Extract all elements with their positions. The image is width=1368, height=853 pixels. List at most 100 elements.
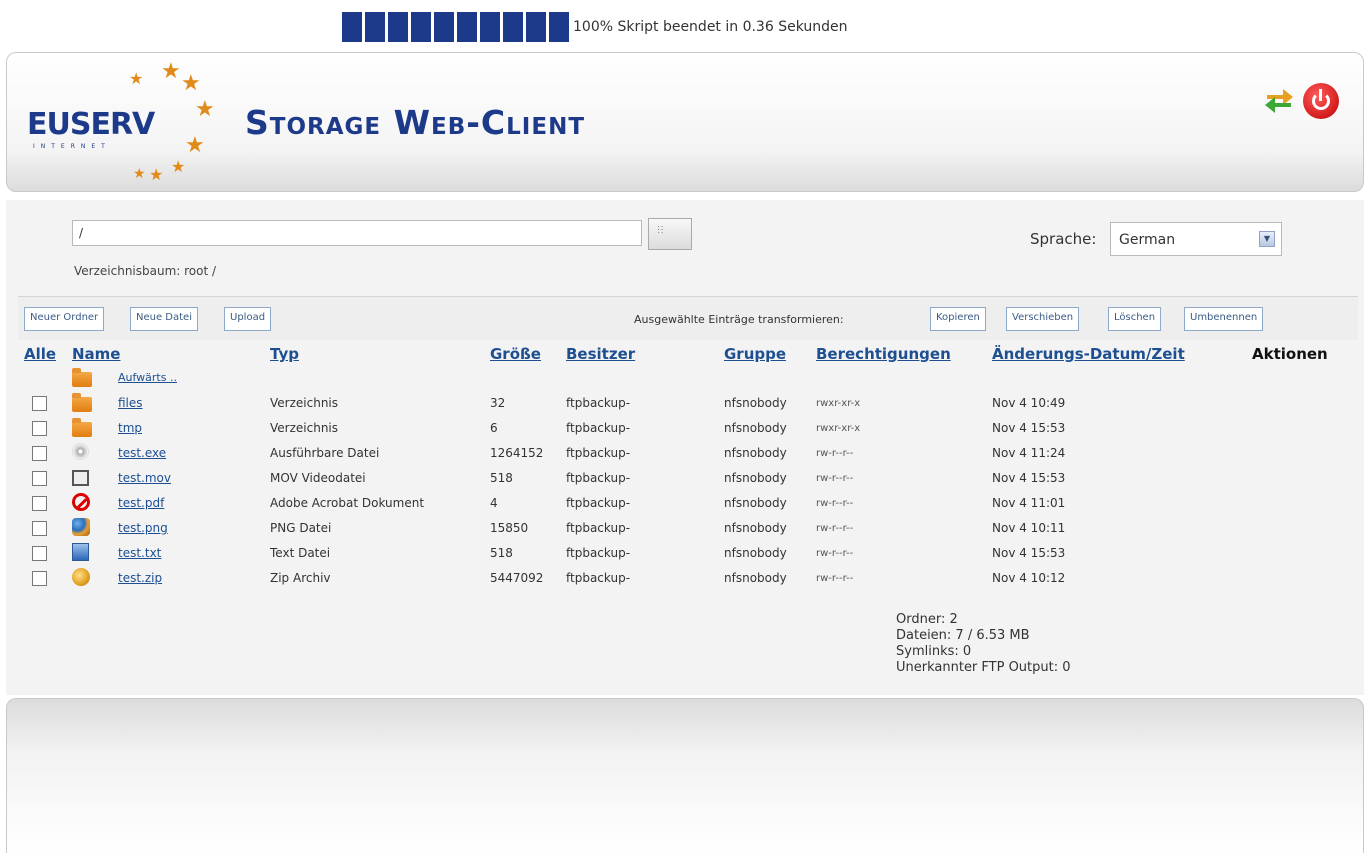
chevron-down-icon: ▼ bbox=[1259, 231, 1275, 247]
row-checkbox[interactable] bbox=[32, 496, 47, 511]
file-owner: ftpbackup- bbox=[566, 471, 631, 485]
rename-button[interactable]: Umbenennen bbox=[1184, 307, 1264, 331]
file-permissions: rw-r--r-- bbox=[816, 523, 854, 534]
progress-block bbox=[388, 12, 408, 42]
file-type: Text Datei bbox=[270, 546, 331, 560]
file-date: Nov 4 11:01 bbox=[992, 496, 1066, 510]
row-checkbox[interactable] bbox=[32, 396, 47, 411]
progress-block bbox=[526, 12, 546, 42]
file-group: nfsnobody bbox=[724, 546, 787, 560]
column-all[interactable]: Alle bbox=[24, 345, 56, 363]
file-owner: ftpbackup- bbox=[566, 421, 631, 435]
path-input[interactable] bbox=[72, 220, 642, 246]
file-owner: ftpbackup- bbox=[566, 521, 631, 535]
file-name-link[interactable]: test.mov bbox=[118, 471, 171, 485]
table-row: test.txt Text Datei 518 ftpbackup-nfsnobody… bbox=[18, 541, 1358, 566]
file-size: 518 bbox=[490, 546, 513, 560]
pdf-icon bbox=[72, 493, 90, 511]
row-checkbox[interactable] bbox=[32, 471, 47, 486]
table-row-up: Aufwärts .. bbox=[18, 366, 1358, 391]
copy-button[interactable]: Kopieren bbox=[930, 307, 986, 331]
progress-block bbox=[457, 12, 477, 42]
file-permissions: rwxr-xr-x bbox=[816, 423, 861, 434]
file-name-link[interactable]: files bbox=[118, 396, 143, 410]
file-group: nfsnobody bbox=[724, 421, 787, 435]
file-name-link[interactable]: test.png bbox=[118, 521, 168, 535]
directory-tree-breadcrumb: Verzeichnisbaum: root / bbox=[74, 264, 217, 278]
table-header: Alle Name Typ Größe Besitzer Gruppe Bere… bbox=[18, 340, 1358, 366]
column-type[interactable]: Typ bbox=[270, 345, 299, 363]
txt-icon bbox=[72, 543, 89, 561]
file-group: nfsnobody bbox=[724, 446, 787, 460]
table-row: test.mov MOV Videodatei 518 ftpbackup-nfsno… bbox=[18, 466, 1358, 491]
table-row: test.zip Zip Archiv 5447092 ftpbackup-nfsno… bbox=[18, 566, 1358, 591]
move-button[interactable]: Verschieben bbox=[1006, 307, 1080, 331]
file-type: Verzeichnis bbox=[270, 396, 339, 410]
column-date[interactable]: Änderungs-Datum/Zeit bbox=[992, 345, 1185, 363]
row-checkbox[interactable] bbox=[32, 421, 47, 436]
column-actions: Aktionen bbox=[1252, 345, 1328, 363]
app-header: ★ ★ ★ ★ ★ ★ ★ ★ EUSERV INTERNET Storage … bbox=[6, 52, 1364, 192]
row-checkbox[interactable] bbox=[32, 571, 47, 586]
file-permissions: rw-r--r-- bbox=[816, 548, 854, 559]
file-size: 1264152 bbox=[490, 446, 544, 460]
table-row: files Verzeichnis 32 ftpbackup-nfsnobody rwx… bbox=[18, 391, 1358, 416]
file-type: Zip Archiv bbox=[270, 571, 331, 585]
delete-button[interactable]: Löschen bbox=[1108, 307, 1162, 331]
progress-block bbox=[480, 12, 500, 42]
file-group: nfsnobody bbox=[724, 471, 787, 485]
column-size[interactable]: Größe bbox=[490, 345, 541, 363]
row-checkbox[interactable] bbox=[32, 546, 47, 561]
file-date: Nov 4 10:11 bbox=[992, 521, 1066, 535]
language-select[interactable]: German ▼ bbox=[1110, 222, 1282, 256]
new-folder-button[interactable]: Neuer Ordner bbox=[24, 307, 105, 331]
row-checkbox[interactable] bbox=[32, 446, 47, 461]
table-row: test.pdf Adobe Acrobat Dokument 4 ftpbackup… bbox=[18, 491, 1358, 516]
row-checkbox[interactable] bbox=[32, 521, 47, 536]
film-icon bbox=[72, 470, 89, 486]
file-owner: ftpbackup- bbox=[566, 571, 631, 585]
column-name[interactable]: Name bbox=[72, 345, 120, 363]
file-name-link[interactable]: test.txt bbox=[118, 546, 161, 560]
folder-icon bbox=[72, 418, 92, 437]
directory-summary: Ordner: 2 Dateien: 7 / 6.53 MB Symlinks:… bbox=[896, 612, 1071, 676]
file-name-link[interactable]: tmp bbox=[118, 421, 142, 435]
file-group: nfsnobody bbox=[724, 521, 787, 535]
file-type: Ausführbare Datei bbox=[270, 446, 380, 460]
progress-block bbox=[549, 12, 569, 42]
power-icon[interactable] bbox=[1303, 83, 1339, 119]
file-name-link[interactable]: test.zip bbox=[118, 571, 162, 585]
file-browser-panel: Verzeichnisbaum: root / Sprache: German … bbox=[6, 200, 1364, 695]
file-group: nfsnobody bbox=[724, 571, 787, 585]
file-permissions: rw-r--r-- bbox=[816, 498, 854, 509]
file-name-link[interactable]: test.exe bbox=[118, 446, 166, 460]
file-permissions: rw-r--r-- bbox=[816, 448, 854, 459]
file-type: Adobe Acrobat Dokument bbox=[270, 496, 425, 510]
file-type: Verzeichnis bbox=[270, 421, 339, 435]
file-table: Alle Name Typ Größe Besitzer Gruppe Bere… bbox=[18, 340, 1358, 591]
summary-unknown: Unerkannter FTP Output: 0 bbox=[896, 660, 1071, 675]
path-go-button[interactable] bbox=[648, 218, 692, 250]
file-name-link[interactable]: test.pdf bbox=[118, 496, 164, 510]
file-permissions: rw-r--r-- bbox=[816, 473, 854, 484]
table-row: tmp Verzeichnis 6 ftpbackup-nfsnobody rwxr-x… bbox=[18, 416, 1358, 441]
progress-indicator: 100% Skript beendet in 0.36 Sekunden bbox=[342, 12, 848, 42]
file-group: nfsnobody bbox=[724, 496, 787, 510]
file-owner: ftpbackup- bbox=[566, 396, 631, 410]
progress-block bbox=[342, 12, 362, 42]
png-icon bbox=[72, 518, 90, 536]
column-permissions[interactable]: Berechtigungen bbox=[816, 345, 951, 363]
column-owner[interactable]: Besitzer bbox=[566, 345, 635, 363]
summary-folders: Ordner: 2 bbox=[896, 612, 958, 627]
app-title: Storage Web-Client bbox=[245, 103, 586, 142]
upload-button[interactable]: Upload bbox=[224, 307, 272, 331]
file-type: MOV Videodatei bbox=[270, 471, 366, 485]
progress-block bbox=[503, 12, 523, 42]
file-date: Nov 4 11:24 bbox=[992, 446, 1066, 460]
up-directory-link[interactable]: Aufwärts .. bbox=[118, 371, 177, 384]
summary-files: Dateien: 7 / 6.53 MB bbox=[896, 628, 1030, 643]
column-group[interactable]: Gruppe bbox=[724, 345, 786, 363]
refresh-icon[interactable] bbox=[1263, 83, 1295, 115]
file-date: Nov 4 15:53 bbox=[992, 546, 1066, 560]
new-file-button[interactable]: Neue Datei bbox=[130, 307, 198, 331]
